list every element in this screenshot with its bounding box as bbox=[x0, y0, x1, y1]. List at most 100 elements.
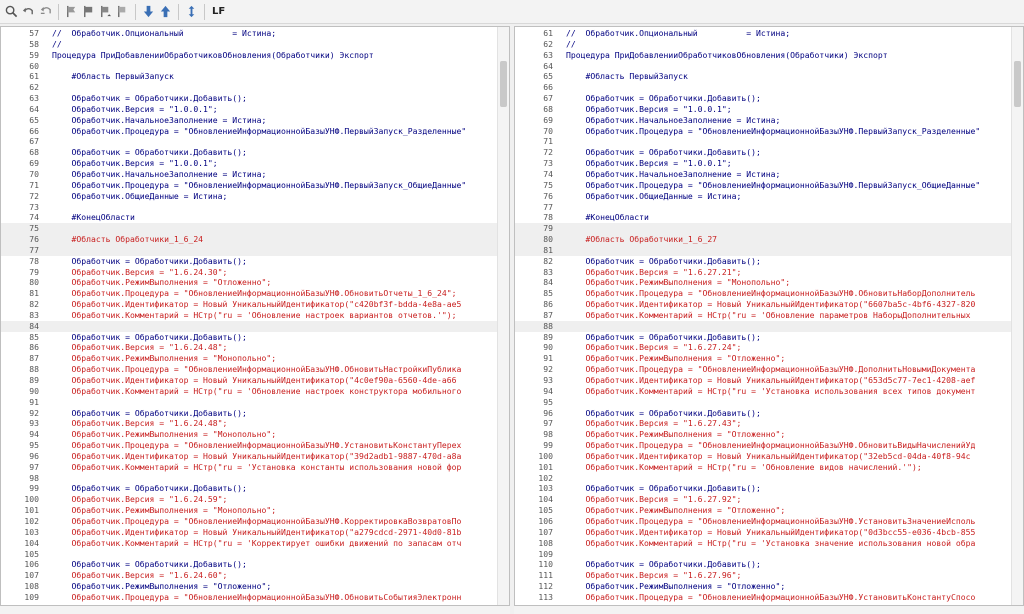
code-line[interactable]: 106 Обработчик = Обработчики.Добавить(); bbox=[1, 559, 499, 570]
code-line[interactable]: 113 Обработчик.Процедура = "ОбновлениеИн… bbox=[515, 592, 1013, 603]
code-line[interactable]: 105 bbox=[1, 549, 499, 560]
flag-button[interactable] bbox=[63, 3, 79, 21]
code-line[interactable]: 68 Обработчик.Версия = "1.0.0.1"; bbox=[515, 104, 1013, 115]
code-line[interactable]: 84 Обработчик.РежимВыполнения = "Монопол… bbox=[515, 277, 1013, 288]
code-line[interactable]: 82 Обработчик = Обработчики.Добавить(); bbox=[515, 256, 1013, 267]
code-line[interactable]: 104 Обработчик.Комментарий = НСтр("ru = … bbox=[1, 538, 499, 549]
code-line[interactable]: 72 Обработчик = Обработчики.Добавить(); bbox=[515, 147, 1013, 158]
code-line[interactable]: 96 Обработчик = Обработчики.Добавить(); bbox=[515, 408, 1013, 419]
code-line[interactable]: 111 Обработчик.Версия = "1.6.27.96"; bbox=[515, 570, 1013, 581]
vertical-scrollbar[interactable] bbox=[1011, 27, 1023, 605]
code-line[interactable]: 94 Обработчик.Комментарий = НСтр("ru = '… bbox=[515, 386, 1013, 397]
code-line[interactable]: 65 #Область ПервыйЗапуск bbox=[515, 71, 1013, 82]
code-line[interactable]: 74 #КонецОбласти bbox=[1, 212, 499, 223]
code-line[interactable]: 83 Обработчик.Комментарий = НСтр("ru = '… bbox=[1, 310, 499, 321]
code-line[interactable]: 110 Обработчик = Обработчики.Добавить(); bbox=[515, 559, 1013, 570]
code-line[interactable]: 103 Обработчик = Обработчики.Добавить(); bbox=[515, 483, 1013, 494]
code-line[interactable]: 99 Обработчик.Процедура = "ОбновлениеИнф… bbox=[515, 440, 1013, 451]
code-line[interactable]: 64 Обработчик.Версия = "1.0.0.1"; bbox=[1, 104, 499, 115]
code-line[interactable]: 76 #Область Обработчики_1_6_24 bbox=[1, 234, 499, 245]
code-line[interactable]: 91 bbox=[1, 397, 499, 408]
code-line[interactable]: 87 Обработчик.РежимВыполнения = "Монопол… bbox=[1, 353, 499, 364]
code-line[interactable]: 71 Обработчик.Процедура = "ОбновлениеИнф… bbox=[1, 180, 499, 191]
code-line[interactable]: 107 Обработчик.Версия = "1.6.24.60"; bbox=[1, 570, 499, 581]
code-line[interactable]: 105 Обработчик.РежимВыполнения = "Отложе… bbox=[515, 505, 1013, 516]
code-line[interactable]: 69 Обработчик.НачальноеЗаполнение = Исти… bbox=[515, 115, 1013, 126]
code-line[interactable]: 59 Процедура ПриДобавленииОбработчиковОбн… bbox=[1, 50, 499, 61]
code-line[interactable]: 62 // bbox=[515, 39, 1013, 50]
code-line[interactable]: 97 Обработчик.Версия = "1.6.27.43"; bbox=[515, 418, 1013, 429]
flag-start-button[interactable] bbox=[80, 3, 96, 21]
code-line[interactable]: 73 bbox=[1, 202, 499, 213]
code-line[interactable]: 61 #Область ПервыйЗапуск bbox=[1, 71, 499, 82]
code-line[interactable]: 108 Обработчик.Комментарий = НСтр("ru = … bbox=[515, 538, 1013, 549]
code-line[interactable]: 87 Обработчик.Комментарий = НСтр("ru = '… bbox=[515, 310, 1013, 321]
code-line[interactable]: 67 Обработчик = Обработчики.Добавить(); bbox=[515, 93, 1013, 104]
code-line[interactable]: 96 Обработчик.Идентификатор = Новый Уник… bbox=[1, 451, 499, 462]
code-line[interactable]: 70 Обработчик.Процедура = "ОбновлениеИнф… bbox=[515, 126, 1013, 137]
code-line[interactable]: 104 Обработчик.Версия = "1.6.27.92"; bbox=[515, 494, 1013, 505]
code-line[interactable]: 91 Обработчик.РежимВыполнения = "Отложен… bbox=[515, 353, 1013, 364]
code-line[interactable]: 98 Обработчик.РежимВыполнения = "Отложен… bbox=[515, 429, 1013, 440]
code-line[interactable]: 102 bbox=[515, 473, 1013, 484]
code-line[interactable]: 64 bbox=[515, 61, 1013, 72]
code-line[interactable]: 103 Обработчик.Идентификатор = Новый Уни… bbox=[1, 527, 499, 538]
code-line[interactable]: 94 Обработчик.РежимВыполнения = "Монопол… bbox=[1, 429, 499, 440]
horizontal-scrollbar[interactable] bbox=[0, 606, 510, 614]
scrollbar-thumb[interactable] bbox=[500, 61, 507, 107]
code-line[interactable]: 63 Обработчик = Обработчики.Добавить(); bbox=[1, 93, 499, 104]
code-line[interactable]: 77 bbox=[515, 202, 1013, 213]
code-line[interactable]: 76 Обработчик.ОбщиеДанные = Истина; bbox=[515, 191, 1013, 202]
code-line[interactable]: 109 bbox=[515, 549, 1013, 560]
sync-button[interactable] bbox=[183, 3, 199, 21]
code-line[interactable]: 109 Обработчик.Процедура = "ОбновлениеИн… bbox=[1, 592, 499, 603]
code-line[interactable]: 80 #Область Обработчики_1_6_27 bbox=[515, 234, 1013, 245]
code-line[interactable]: 62 bbox=[1, 82, 499, 93]
code-line[interactable]: 65 Обработчик.НачальноеЗаполнение = Исти… bbox=[1, 115, 499, 126]
code-line[interactable]: 86 Обработчик.Идентификатор = Новый Уник… bbox=[515, 299, 1013, 310]
code-line[interactable]: 85 Обработчик.Процедура = "ОбновлениеИнф… bbox=[515, 288, 1013, 299]
code-line[interactable]: 97 Обработчик.Комментарий = НСтр("ru = '… bbox=[1, 462, 499, 473]
code-line[interactable]: 78 #КонецОбласти bbox=[515, 212, 1013, 223]
bottom-scrollbar-area[interactable] bbox=[0, 606, 1024, 614]
code-line[interactable]: 112 Обработчик.РежимВыполнения = "Отложе… bbox=[515, 581, 1013, 592]
code-line[interactable]: 78 Обработчик = Обработчики.Добавить(); bbox=[1, 256, 499, 267]
code-line[interactable]: 72 Обработчик.ОбщиеДанные = Истина; bbox=[1, 191, 499, 202]
code-line[interactable]: 86 Обработчик.Версия = "1.6.24.48"; bbox=[1, 342, 499, 353]
search-button[interactable] bbox=[3, 3, 19, 21]
code-line[interactable]: 84 bbox=[1, 320, 499, 332]
code-line[interactable]: 82 Обработчик.Идентификатор = Новый Уник… bbox=[1, 299, 499, 310]
code-line[interactable]: 66 bbox=[515, 82, 1013, 93]
code-line[interactable]: 58 // bbox=[1, 39, 499, 50]
code-line[interactable]: 57 // Обработчик.Опциональный = Истина; bbox=[1, 28, 499, 39]
code-line[interactable]: 75 Обработчик.Процедура = "ОбновлениеИнф… bbox=[515, 180, 1013, 191]
code-line[interactable]: 83 Обработчик.Версия = "1.6.27.21"; bbox=[515, 267, 1013, 278]
code-line[interactable]: 68 Обработчик = Обработчики.Добавить(); bbox=[1, 147, 499, 158]
code-line[interactable]: 92 Обработчик = Обработчики.Добавить(); bbox=[1, 408, 499, 419]
flag-prev-button[interactable] bbox=[97, 3, 113, 21]
code-line[interactable]: 98 bbox=[1, 473, 499, 484]
undo-button[interactable] bbox=[20, 3, 36, 21]
code-line[interactable]: 66 Обработчик.Процедура = "ОбновлениеИнф… bbox=[1, 126, 499, 137]
code-line[interactable]: 63 Процедура ПриДобавленииОбработчиковОбн… bbox=[515, 50, 1013, 61]
code-line[interactable]: 88 bbox=[515, 320, 1013, 332]
code-line[interactable]: 95 bbox=[515, 397, 1013, 408]
code-line[interactable]: 108 Обработчик.РежимВыполнения = "Отложе… bbox=[1, 581, 499, 592]
code-line[interactable]: 69 Обработчик.Версия = "1.0.0.1"; bbox=[1, 158, 499, 169]
next-diff-button[interactable] bbox=[140, 3, 156, 21]
code-line[interactable]: 73 Обработчик.Версия = "1.0.0.1"; bbox=[515, 158, 1013, 169]
code-line[interactable]: 106 Обработчик.Процедура = "ОбновлениеИн… bbox=[515, 516, 1013, 527]
code-line[interactable]: 89 Обработчик = Обработчики.Добавить(); bbox=[515, 332, 1013, 343]
code-line[interactable]: 74 Обработчик.НачальноеЗаполнение = Исти… bbox=[515, 169, 1013, 180]
code-line[interactable]: 81 bbox=[515, 244, 1013, 256]
line-ending-label[interactable]: LF bbox=[212, 6, 225, 17]
code-line[interactable]: 101 Обработчик.Комментарий = НСтр("ru = … bbox=[515, 462, 1013, 473]
code-line[interactable]: 67 bbox=[1, 136, 499, 147]
flag-next-button[interactable] bbox=[114, 3, 130, 21]
prev-diff-button[interactable] bbox=[157, 3, 173, 21]
code-line[interactable]: 70 Обработчик.НачальноеЗаполнение = Исти… bbox=[1, 169, 499, 180]
code-line[interactable]: 71 bbox=[515, 136, 1013, 147]
code-line[interactable]: 60 bbox=[1, 61, 499, 72]
code-line[interactable]: 93 Обработчик.Идентификатор = Новый Уник… bbox=[515, 375, 1013, 386]
code-line[interactable]: 101 Обработчик.РежимВыполнения = "Монопо… bbox=[1, 505, 499, 516]
